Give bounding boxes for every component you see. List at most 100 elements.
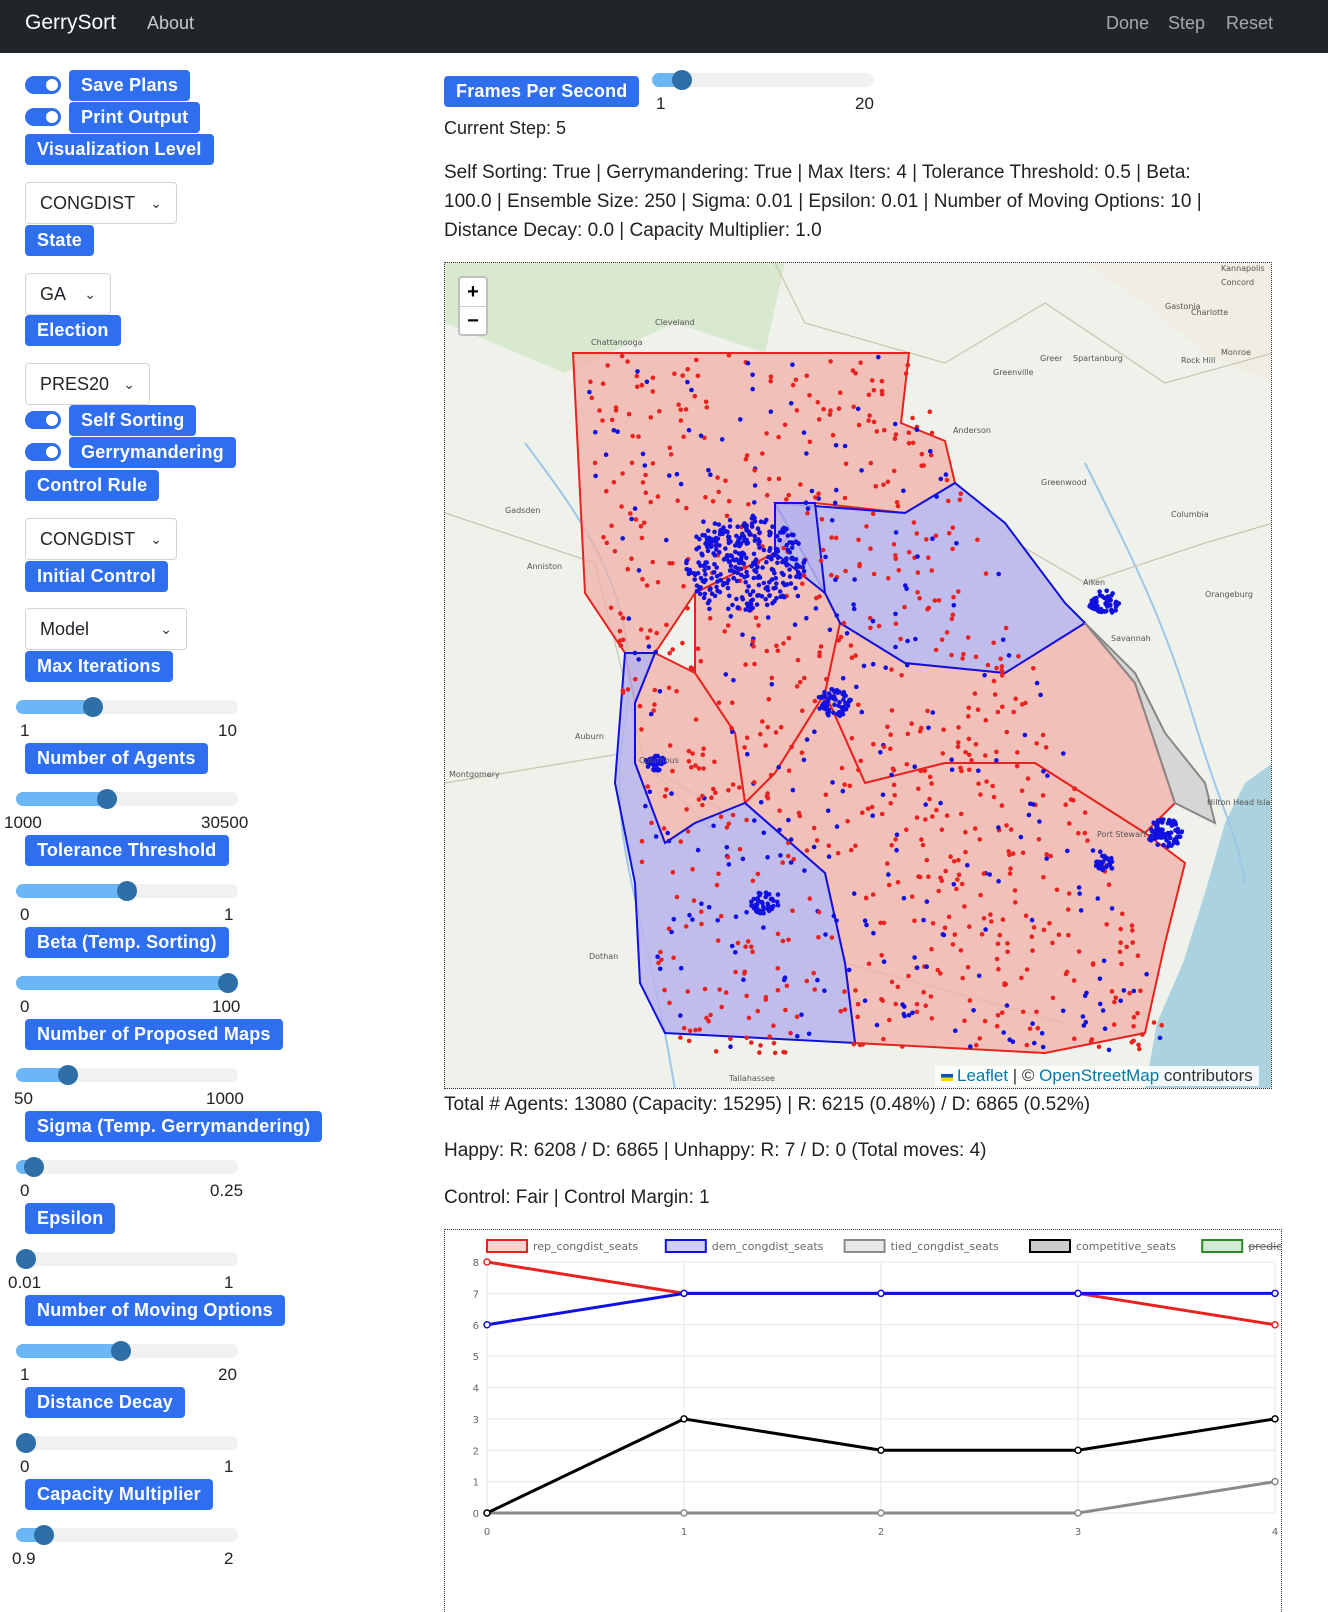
legend-swatch-competitive_seats (1029, 1239, 1071, 1253)
x-tick-label: 3 (1075, 1527, 1081, 1538)
agent-dot (640, 576, 645, 582)
slider-min-label: 1000 (4, 813, 42, 832)
agent-dot (1011, 709, 1016, 715)
agent-dot (1080, 1014, 1086, 1019)
agent-dot (650, 389, 656, 394)
leaflet-link[interactable]: Leaflet (957, 1066, 1008, 1085)
agent-dot (600, 418, 605, 423)
agent-dot (997, 932, 1003, 938)
max-iterations-slider[interactable] (16, 697, 238, 717)
step-button[interactable]: Step (1168, 13, 1205, 34)
distance-decay-slider[interactable] (16, 1433, 238, 1453)
agent-dot (901, 895, 907, 901)
slider-thumb[interactable] (117, 881, 137, 901)
gerrymandering-toggle[interactable] (25, 443, 61, 461)
slider-thumb[interactable] (672, 70, 693, 90)
capacity-multiplier-slider[interactable] (16, 1525, 238, 1545)
state-select[interactable]: GA ⌄ (25, 273, 111, 315)
election-select[interactable]: PRES20 ⌄ (25, 363, 150, 405)
agent-dot-cluster (1172, 819, 1178, 825)
slider-thumb[interactable] (34, 1525, 55, 1545)
agent-dot (728, 1036, 733, 1042)
agent-dot (885, 479, 891, 485)
agent-dot (625, 687, 631, 692)
self-sorting-toggle[interactable] (25, 411, 61, 429)
slider-thumb[interactable] (58, 1065, 79, 1085)
place-label: Spartanburg (1073, 354, 1123, 363)
slider-thumb[interactable] (16, 1249, 36, 1269)
agent-dot (685, 367, 690, 372)
agent-dot (753, 615, 759, 621)
osm-link[interactable]: OpenStreetMap (1039, 1066, 1159, 1085)
agent-dot-cluster (1156, 826, 1161, 832)
number-of-agents-slider[interactable] (16, 789, 238, 809)
agent-dot-cluster (773, 585, 778, 591)
agent-dot (841, 620, 847, 626)
agent-dot (902, 1013, 907, 1019)
agent-dot (949, 767, 955, 772)
beta-label: Beta (Temp. Sorting) (25, 927, 229, 958)
initial-control-select[interactable]: Model ⌄ (25, 608, 187, 650)
agent-dot-cluster (1179, 829, 1184, 835)
agent-dot (1031, 666, 1036, 671)
agent-dot (744, 1035, 749, 1041)
agent-dot (1007, 871, 1013, 876)
beta-slider[interactable] (16, 973, 238, 993)
agent-dot (1054, 887, 1060, 893)
reset-button[interactable]: Reset (1226, 13, 1273, 34)
agent-dot (978, 792, 983, 797)
agent-dot (906, 440, 912, 446)
nav-about-link[interactable]: About (147, 13, 194, 34)
slider-thumb[interactable] (96, 789, 117, 809)
agent-dot (854, 684, 859, 690)
slider-thumb[interactable] (82, 697, 103, 717)
agent-dot (1048, 853, 1053, 859)
y-tick-label: 8 (473, 1258, 479, 1269)
agent-dot-cluster (1096, 865, 1101, 871)
agent-dot-cluster (831, 710, 836, 715)
agent-dot (1014, 763, 1020, 769)
agent-dot (730, 700, 735, 705)
zoom-in-button[interactable]: + (460, 278, 486, 307)
series-point-competitive_seats (680, 1415, 688, 1423)
agent-dot (814, 838, 820, 843)
agent-dot (915, 554, 920, 559)
agent-dot (955, 744, 961, 749)
agent-dot (691, 666, 696, 672)
agent-dot (664, 537, 669, 543)
done-button[interactable]: Done (1106, 13, 1149, 34)
agent-dot (856, 422, 862, 428)
agent-dot (823, 932, 828, 937)
agent-dot (832, 500, 838, 506)
agent-dot (888, 800, 893, 806)
tolerance-threshold-slider[interactable] (16, 881, 238, 901)
number-of-moving-options-slider[interactable] (16, 1341, 238, 1361)
slider-thumb[interactable] (24, 1157, 45, 1177)
brand[interactable]: GerrySort (25, 11, 116, 35)
chart-grid: 0 1 2 3 4 5 6 7 8 0 1 2 3 4 (473, 1258, 1279, 1538)
sigma-slider[interactable] (16, 1157, 238, 1177)
agent-dot (956, 589, 961, 594)
control-rule-select[interactable]: CONGDIST ⌄ (25, 518, 177, 560)
fps-slider[interactable] (652, 70, 874, 90)
zoom-out-button[interactable]: − (460, 307, 486, 335)
epsilon-slider[interactable] (16, 1249, 238, 1269)
slider-thumb[interactable] (16, 1433, 36, 1453)
agent-dot (886, 882, 892, 888)
print-output-toggle[interactable] (25, 108, 61, 126)
agent-dot (1066, 891, 1072, 896)
agent-dot (981, 916, 987, 921)
visualization-level-select[interactable]: CONGDIST ⌄ (25, 182, 177, 224)
agent-dot-cluster (777, 530, 783, 535)
map-canvas: ChattanoogaClevelandCharlotteConcordKann… (445, 263, 1271, 1088)
district-map[interactable]: Chattanooga Cleveland Charlotte Concord Kann… (444, 262, 1272, 1089)
save-plans-toggle[interactable] (25, 76, 61, 94)
agent-dot (1082, 830, 1088, 836)
agent-dot (848, 847, 854, 853)
agent-dot (788, 1030, 793, 1036)
slider-thumb[interactable] (218, 973, 238, 993)
number-of-proposed-maps-slider[interactable] (16, 1065, 238, 1085)
agent-dot (700, 793, 705, 799)
agent-dot (973, 742, 979, 747)
slider-thumb[interactable] (110, 1341, 131, 1361)
